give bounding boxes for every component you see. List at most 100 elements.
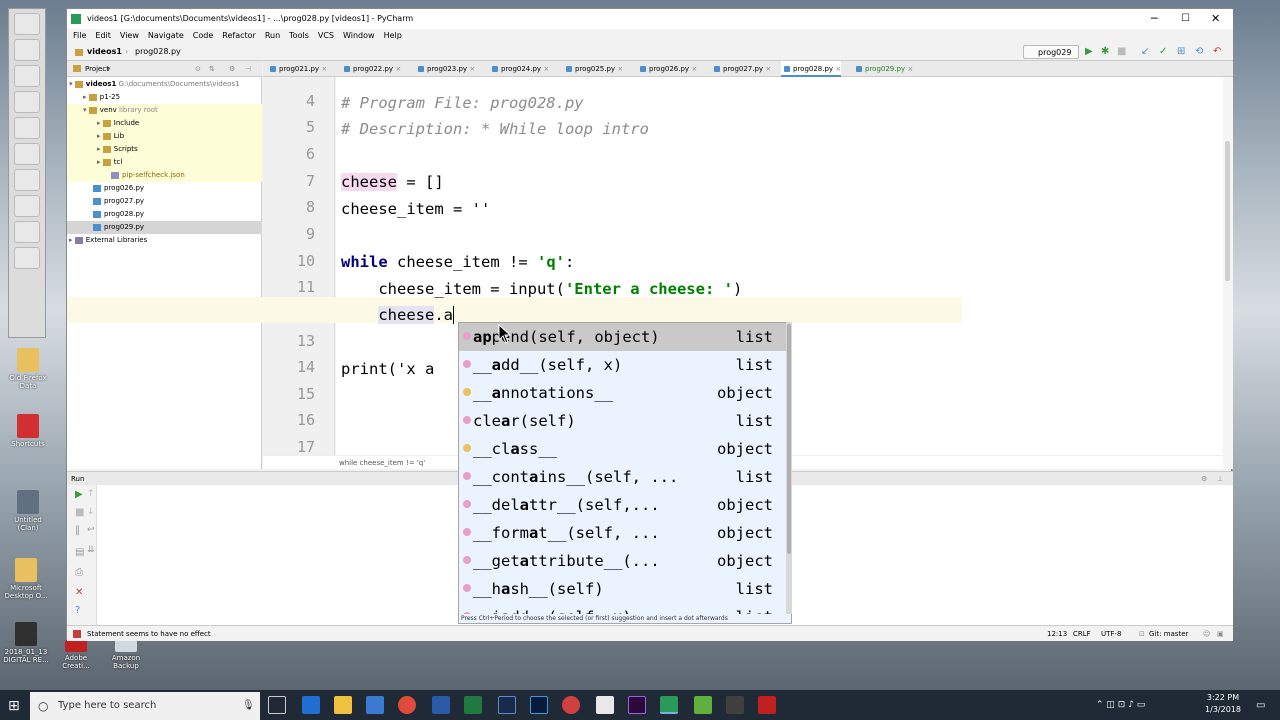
scroll-down-icon[interactable]: ↓: [87, 507, 97, 517]
premiere-icon[interactable]: [628, 696, 646, 714]
completion-item-class[interactable]: __class__ object: [459, 435, 787, 463]
settings-icon[interactable]: ⚙: [1201, 472, 1207, 486]
desktop-icon-shortcuts[interactable]: Shortcuts: [4, 414, 52, 448]
completion-scrollbar[interactable]: [786, 322, 792, 614]
run-config-selector[interactable]: prog029: [1023, 45, 1079, 59]
store-icon[interactable]: [366, 696, 384, 714]
close-run-icon[interactable]: ✕: [75, 587, 85, 598]
tab-prog024[interactable]: prog024.py ×: [489, 61, 549, 77]
tree-item-tcl[interactable]: ▸ tcl: [67, 156, 262, 169]
clock-time[interactable]: 3:22 PM: [1200, 693, 1246, 702]
tree-item-prog028[interactable]: prog028.py: [67, 208, 262, 221]
settings-tool-icon[interactable]: [14, 247, 40, 269]
lock-icon[interactable]: ⊡: [1139, 626, 1145, 642]
menu-code[interactable]: Code: [193, 31, 213, 40]
completion-item-delattr[interactable]: __delattr__(self,... object: [459, 491, 787, 519]
project-header-label[interactable]: Project: [85, 61, 109, 77]
settings-icon[interactable]: ⚙: [229, 61, 235, 77]
menu-run[interactable]: Run: [265, 31, 280, 40]
completion-item-format[interactable]: __format__(self, ... object: [459, 519, 787, 547]
wrap-icon[interactable]: ↩: [87, 525, 97, 535]
stop-icon[interactable]: ■: [1117, 43, 1126, 61]
tray-icons[interactable]: ⌃ ◫ ⊡ ♪ ▭: [1096, 700, 1145, 710]
pointer-tool-icon[interactable]: [14, 117, 40, 139]
tree-item-include[interactable]: ▸ Include: [67, 117, 262, 130]
tab-prog023[interactable]: prog023.py ×: [415, 61, 475, 77]
clock-date[interactable]: 1/3/2018: [1200, 705, 1246, 714]
run-panel-label[interactable]: Run: [71, 472, 84, 486]
vcs-update-icon[interactable]: ↙: [1141, 43, 1149, 61]
help-icon[interactable]: ?: [75, 605, 85, 616]
tree-item-prog029[interactable]: prog029.py: [67, 221, 262, 234]
debug-icon[interactable]: ✱: [1101, 43, 1109, 61]
tree-item-videos1[interactable]: ▾ videos1 G:\documents\Documents\videos1: [67, 78, 262, 91]
edge-icon[interactable]: [302, 696, 320, 714]
line-separator[interactable]: CRLF: [1073, 626, 1091, 642]
desktop-icon-digital-re[interactable]: 2018_01_13 DIGITAL RE...: [2, 622, 50, 664]
pycharm-taskbar-icon[interactable]: [660, 696, 678, 714]
tree-item-p1-25[interactable]: ▸ p1-25: [67, 91, 262, 104]
menu-refactor[interactable]: Refactor: [222, 31, 256, 40]
lightroom-icon[interactable]: [498, 696, 516, 714]
stop-run-icon[interactable]: ■: [75, 507, 85, 518]
cursor-position[interactable]: 12:13: [1047, 626, 1067, 642]
scroll-end-icon[interactable]: ⇊: [87, 545, 97, 555]
completion-item-contains[interactable]: __contains__(self, ... list: [459, 463, 787, 491]
task-view-icon[interactable]: [268, 696, 286, 714]
event-log-icon[interactable]: [73, 630, 81, 638]
file-explorer-icon[interactable]: [334, 696, 352, 714]
desktop-icon-amazon-backup[interactable]: Amazon Backup: [102, 640, 150, 670]
completion-item-hash[interactable]: __hash__(self) list: [459, 575, 787, 603]
menu-view[interactable]: View: [120, 31, 139, 40]
completion-item-clear[interactable]: clear(self) list: [459, 407, 787, 435]
menu-window[interactable]: Window: [343, 31, 375, 40]
menu-edit[interactable]: Edit: [95, 31, 111, 40]
notes-icon[interactable]: [694, 696, 712, 714]
desktop-icon-microsoft-desktop[interactable]: Microsoft Desktop O...: [2, 558, 50, 600]
tab-prog026[interactable]: prog026.py ×: [637, 61, 697, 77]
tab-prog027[interactable]: prog027.py ×: [711, 61, 771, 77]
pencil-tool-icon[interactable]: [14, 13, 40, 35]
vcs-revert-icon[interactable]: ↶: [1213, 43, 1221, 61]
capture-tool-icon[interactable]: [14, 221, 40, 243]
screen-tool-icon[interactable]: [14, 195, 40, 217]
completion-item-getattribute[interactable]: __getattribute__(... object: [459, 547, 787, 575]
scroll-up-icon[interactable]: ↑: [87, 489, 97, 499]
editor-scrollbar[interactable]: [1223, 77, 1233, 469]
desktop-icon-adobe-creative[interactable]: Adobe Creati...: [52, 640, 100, 670]
eraser-tool-icon[interactable]: [14, 65, 40, 87]
tree-item-scripts[interactable]: ▸ Scripts: [67, 143, 262, 156]
tree-item-external-libraries[interactable]: ▸ External Libraries: [67, 234, 262, 247]
locate-icon[interactable]: ⊙: [195, 61, 201, 77]
nav-project[interactable]: videos1: [87, 43, 122, 61]
vcs-commit-icon[interactable]: ✓: [1159, 43, 1167, 61]
vcs-compare-icon[interactable]: ⊞: [1177, 43, 1185, 61]
pause-icon[interactable]: ‖: [75, 525, 85, 536]
desktop-icon-untitled[interactable]: Untitled (Clan): [4, 490, 52, 532]
run-icon[interactable]: ▶: [1085, 43, 1093, 61]
tab-prog025[interactable]: prog025.py ×: [563, 61, 623, 77]
microphone-icon[interactable]: 🎙: [242, 692, 255, 720]
taskbar-search[interactable]: ○ Type here to search 🎙: [30, 692, 260, 720]
snipping-icon[interactable]: [726, 696, 744, 714]
tab-prog022[interactable]: prog022.py ×: [341, 61, 401, 77]
highlighter-tool-icon[interactable]: [14, 91, 40, 113]
desktop-icon-old-firefox-data[interactable]: Old Firefox Data: [4, 348, 52, 390]
layout-icon[interactable]: ▤: [75, 547, 85, 558]
pen-tool-icon[interactable]: [14, 143, 40, 165]
tree-item-prog026[interactable]: prog026.py: [67, 182, 262, 195]
close-icon[interactable]: ✕: [1211, 9, 1220, 29]
completion-item-annotations[interactable]: __annotations__ object: [459, 379, 787, 407]
minimize-icon[interactable]: ─: [1151, 9, 1158, 29]
tree-item-lib[interactable]: ▸ Lib: [67, 130, 262, 143]
windows-start-icon[interactable]: ⊞: [8, 698, 20, 714]
tree-item-prog027[interactable]: prog027.py: [67, 195, 262, 208]
tab-prog029[interactable]: prog029.py ×: [853, 61, 913, 77]
tree-item-pip-selfcheck[interactable]: pip-selfcheck.json: [67, 169, 262, 182]
file-encoding[interactable]: UTF-8: [1101, 626, 1121, 642]
chevron-down-icon[interactable]: ▾: [107, 61, 111, 77]
tree-item-venv[interactable]: ▾ venv library root: [67, 104, 262, 117]
menu-navigate[interactable]: Navigate: [148, 31, 184, 40]
tab-prog028[interactable]: prog028.py ×: [781, 61, 842, 77]
collapse-icon[interactable]: ⇅: [209, 61, 215, 77]
